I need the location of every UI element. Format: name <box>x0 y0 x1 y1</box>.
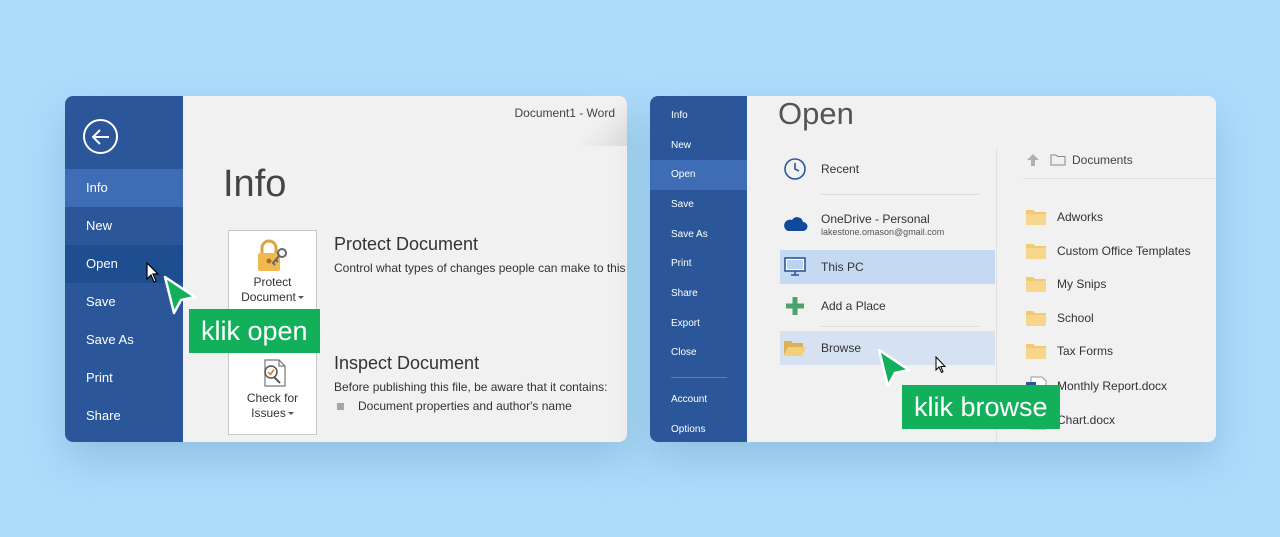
computer-icon <box>784 257 806 276</box>
callout-klik-browse: klik browse <box>902 385 1060 429</box>
breadcrumb-documents[interactable]: Documents <box>1072 153 1133 167</box>
dropdown-caret-icon <box>287 412 294 416</box>
page-title: Open <box>778 96 854 131</box>
inspect-bullet-item: Document properties and author's name <box>337 399 572 413</box>
inspect-document-title: Inspect Document <box>334 353 480 373</box>
mouse-cursor-icon <box>935 356 947 374</box>
sidebar-item-save-as[interactable]: Save As <box>65 321 183 359</box>
location-add-place-label: Add a Place <box>821 299 886 313</box>
protect-document-description: Control what types of changes people can… <box>334 261 626 275</box>
location-onedrive[interactable]: OneDrive - Personal lakestone.omason@gma… <box>780 204 995 244</box>
sidebar-item-new[interactable]: New <box>65 207 183 245</box>
protect-document-title: Protect Document <box>334 234 479 254</box>
breadcrumb: Documents <box>1026 153 1133 167</box>
corner-decoration <box>579 96 627 146</box>
file-name: Chart.docx <box>1057 413 1116 427</box>
up-arrow-icon[interactable] <box>1026 153 1040 167</box>
backstage-sidebar: Info New Open Save Save As Print Share E… <box>650 96 747 442</box>
green-pointer-icon <box>877 348 911 388</box>
mouse-cursor-icon <box>146 262 160 283</box>
sidebar-item-account[interactable]: Account <box>650 385 747 415</box>
sidebar-item-share[interactable]: Share <box>650 279 747 309</box>
back-arrow-icon <box>91 128 109 145</box>
callout-klik-open: klik open <box>189 309 320 353</box>
back-button[interactable] <box>83 119 118 154</box>
clock-icon <box>784 158 806 180</box>
sidebar-item-info[interactable]: Info <box>650 101 747 131</box>
sidebar-item-options[interactable]: Options <box>650 415 747 442</box>
sidebar-item-print[interactable]: Print <box>65 359 183 397</box>
location-this-pc-label: This PC <box>821 260 864 274</box>
location-recent[interactable]: Recent <box>780 152 995 186</box>
location-recent-label: Recent <box>821 162 860 176</box>
backstage-sidebar: Info New Open Save Save As Print Share <box>65 96 183 442</box>
location-add-place[interactable]: Add a Place <box>780 289 995 323</box>
sidebar-item-share[interactable]: Share <box>65 397 183 435</box>
sidebar-item-new[interactable]: New <box>650 131 747 161</box>
sidebar-item-print[interactable]: Print <box>650 249 747 279</box>
folder-name: Adworks <box>1057 210 1104 224</box>
protect-tile-label-2: Document <box>241 290 296 304</box>
open-folder-icon <box>784 341 806 356</box>
sidebar-item-close[interactable]: Close <box>650 338 747 368</box>
check-tile-label-1: Check for <box>246 391 299 405</box>
check-for-issues-button[interactable]: Check for Issues <box>228 349 317 435</box>
protect-document-button[interactable]: Protect Document <box>228 230 317 312</box>
cloud-icon <box>784 217 808 231</box>
lock-key-icon <box>257 239 287 271</box>
window-title: Document1 - Word <box>514 106 615 120</box>
sidebar-item-save-as[interactable]: Save As <box>650 220 747 250</box>
sidebar-item-open[interactable]: Open <box>650 160 747 190</box>
sidebar-item-export[interactable]: Export <box>650 309 747 339</box>
folder-icon <box>1026 244 1046 259</box>
folder-item[interactable]: My Snips <box>1025 275 1106 293</box>
protect-tile-label-1: Protect <box>253 275 292 289</box>
location-separator <box>820 194 980 195</box>
page-title: Info <box>223 163 287 205</box>
plus-icon <box>786 297 804 315</box>
bullet-icon <box>337 402 344 410</box>
folder-icon <box>1026 344 1046 359</box>
check-tile-label-2: Issues <box>251 406 286 420</box>
folder-name: My Snips <box>1057 277 1107 291</box>
location-onedrive-label: OneDrive - Personal <box>821 211 930 226</box>
folder-item[interactable]: Custom Office Templates <box>1025 242 1191 260</box>
inspect-document-description: Before publishing this file, be aware th… <box>334 380 608 394</box>
location-onedrive-email: lakestone.omason@gmail.com <box>821 226 945 237</box>
file-name: Monthly Report.docx <box>1057 379 1168 393</box>
folder-name: Tax Forms <box>1057 344 1114 358</box>
folder-icon <box>1026 277 1046 292</box>
folder-icon <box>1050 154 1066 166</box>
sidebar-item-info[interactable]: Info <box>65 169 183 207</box>
folder-icon <box>1026 311 1046 326</box>
dropdown-caret-icon <box>297 296 304 300</box>
location-this-pc[interactable]: This PC <box>780 250 995 284</box>
inspect-bullet-text: Document properties and author's name <box>358 399 572 413</box>
location-browse-label: Browse <box>821 341 862 355</box>
folder-icon <box>1026 210 1046 225</box>
sidebar-divider <box>671 377 727 378</box>
folder-item[interactable]: Adworks <box>1025 208 1103 226</box>
sidebar-item-save[interactable]: Save <box>650 190 747 220</box>
inspect-document-icon <box>263 359 286 387</box>
folder-name: Custom Office Templates <box>1057 244 1191 258</box>
location-separator <box>820 326 980 327</box>
folder-item[interactable]: Tax Forms <box>1025 342 1113 360</box>
folder-name: School <box>1057 311 1094 325</box>
folder-item[interactable]: School <box>1025 309 1094 327</box>
breadcrumb-divider <box>1023 178 1216 179</box>
